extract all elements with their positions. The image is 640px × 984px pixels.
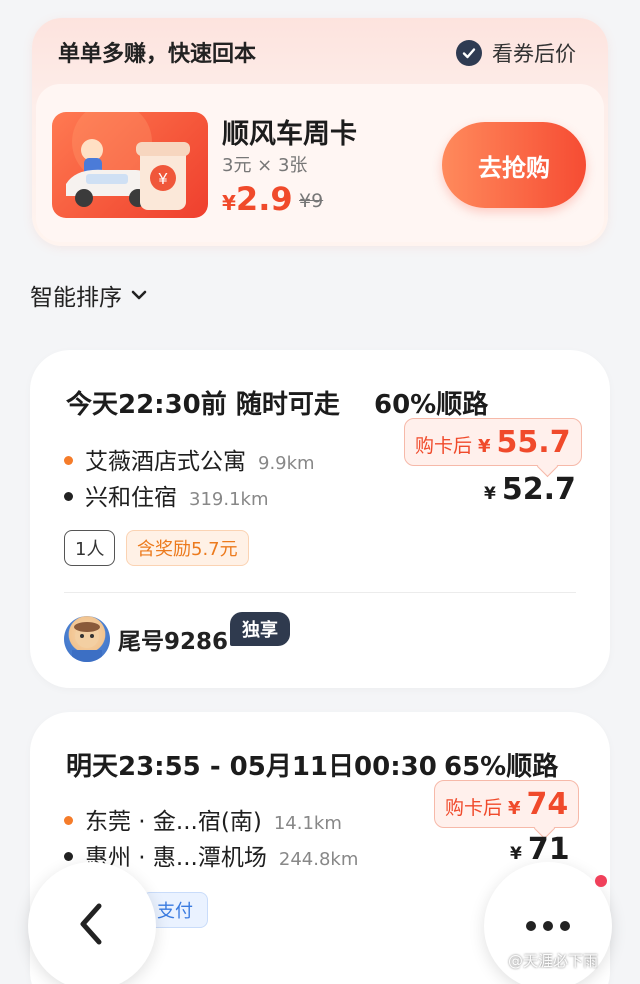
- start-place: 艾薇酒店式公寓: [85, 449, 246, 475]
- driver-tail-number: 尾号9286: [118, 629, 229, 655]
- notification-dot: [595, 875, 607, 887]
- sort-label: 智能排序: [30, 285, 122, 311]
- route-start: 东莞 · 金...宿(南) 14.1km: [64, 802, 342, 836]
- end-dot-icon: [64, 852, 73, 861]
- card-price-label: 购卡后: [445, 797, 503, 819]
- price-symbol: ¥: [484, 484, 496, 504]
- route-start: 艾薇酒店式公寓 9.9km: [64, 442, 315, 476]
- order-time: 今天22:30前 随时可走: [66, 390, 340, 420]
- buy-button[interactable]: 去抢购: [442, 122, 586, 208]
- start-place: 东莞 · 金...宿(南): [85, 809, 262, 835]
- promo-title: 单单多赚，快速回本: [58, 42, 257, 67]
- start-distance: 9.9km: [258, 453, 315, 474]
- reward-tag: 含奖励5.7元: [126, 530, 249, 566]
- original-price: ¥9: [299, 190, 324, 212]
- coupon-price-label: 看券后价: [492, 42, 576, 66]
- divider: [64, 592, 576, 593]
- start-dot-icon: [64, 456, 73, 465]
- route-end: 兴和住宿 319.1km: [64, 478, 269, 512]
- coupon-price-toggle[interactable]: 看券后价: [456, 38, 576, 68]
- check-icon[interactable]: [456, 40, 482, 66]
- match-rate: 65%顺路: [444, 752, 559, 782]
- order-card[interactable]: 今天22:30前 随时可走 60%顺路 艾薇酒店式公寓 9.9km 兴和住宿 3…: [30, 350, 610, 688]
- svg-text:¥: ¥: [158, 171, 168, 188]
- card-price-value: 74: [526, 787, 569, 822]
- avatar: [64, 616, 110, 662]
- card-price-badge: 购卡后 ¥55.7: [404, 418, 582, 466]
- card-price-badge: 购卡后 ¥74: [434, 780, 580, 828]
- sort-dropdown[interactable]: 智能排序: [30, 278, 148, 312]
- card-price-value: 55.7: [496, 425, 571, 460]
- order-time: 明天23:55 - 05月11日00:30: [66, 752, 437, 782]
- chevron-left-icon: [77, 902, 107, 950]
- price-value: 52.7: [501, 472, 576, 507]
- end-place: 兴和住宿: [85, 485, 177, 511]
- card-price-symbol: ¥: [508, 798, 521, 819]
- match-rate: 60%顺路: [374, 390, 489, 420]
- end-distance: 319.1km: [189, 489, 269, 510]
- weekly-card-product[interactable]: ¥ 顺风车周卡 3元 × 3张 ¥2.9 ¥9 去抢购: [36, 84, 604, 242]
- start-distance: 14.1km: [273, 813, 342, 834]
- product-price: ¥2.9: [222, 180, 293, 218]
- order-price: ¥ 52.7: [484, 472, 576, 507]
- product-desc: 3元 × 3张: [222, 155, 308, 176]
- product-name: 顺风车周卡: [222, 119, 357, 150]
- back-button[interactable]: [28, 862, 156, 984]
- product-illustration: ¥: [52, 112, 208, 218]
- exclusive-badge: 独享: [230, 612, 290, 646]
- price-symbol: ¥: [510, 844, 522, 864]
- card-price-label: 购卡后: [415, 435, 473, 457]
- price-symbol: ¥: [222, 191, 236, 215]
- watermark: @天涯必下雨: [508, 952, 599, 970]
- promo-card: 单单多赚，快速回本 看券后价 ¥ 顺风车周卡 3元 × 3张 ¥2.9 ¥9 去…: [32, 18, 608, 246]
- end-distance: 244.8km: [278, 849, 359, 870]
- more-dots-icon: [525, 917, 571, 936]
- passenger-count-tag: 1人: [64, 530, 116, 566]
- chevron-down-icon: [130, 286, 148, 305]
- card-price-symbol: ¥: [478, 436, 491, 457]
- price-value: 2.9: [235, 180, 293, 218]
- end-dot-icon: [64, 492, 73, 501]
- start-dot-icon: [64, 816, 73, 825]
